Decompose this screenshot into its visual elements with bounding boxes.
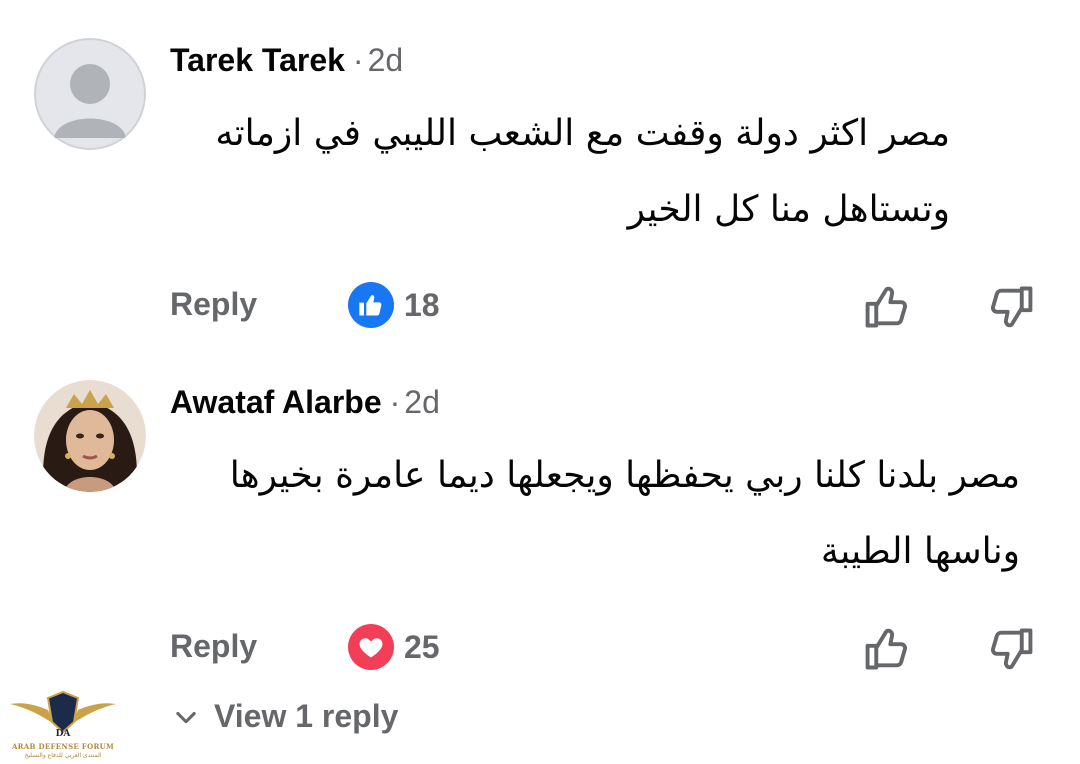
like-reaction-icon: [348, 282, 394, 328]
separator: ·: [389, 384, 401, 420]
comment-header: Tarek Tarek · 2d: [170, 42, 403, 79]
comment-text-line: مصر اكثر دولة وقفت مع الشعب الليبي في از…: [215, 113, 950, 154]
comment-text-line: وتستاهل منا كل الخير: [627, 189, 950, 230]
watermark-logo: DA ARAB DEFENSE FORUM المنتدى العربي للد…: [4, 690, 122, 764]
timestamp[interactable]: 2d: [368, 42, 404, 78]
comment-text-line: وناسها الطيبة: [820, 531, 1020, 572]
thumbs-up-icon[interactable]: [860, 280, 912, 332]
comment-text-line: مصر بلدنا كلنا ربي يحفظها ويجعلها ديما ع…: [229, 455, 1020, 496]
thumbs-down-icon[interactable]: [986, 282, 1038, 334]
author-name[interactable]: Tarek Tarek: [170, 42, 345, 78]
comment-text: مصر اكثر دولة وقفت مع الشعب الليبي في از…: [160, 96, 950, 248]
reaction-summary[interactable]: 18: [348, 282, 440, 328]
thumbs-down-icon[interactable]: [986, 624, 1038, 676]
reaction-summary[interactable]: 25: [348, 624, 440, 670]
reply-button[interactable]: Reply: [170, 286, 257, 323]
chevron-down-icon: [176, 711, 196, 723]
eagle-logo-icon: DA: [10, 690, 116, 739]
separator: ·: [352, 42, 364, 78]
watermark-title: ARAB DEFENSE FORUM: [11, 742, 115, 751]
reaction-count: 18: [404, 286, 440, 323]
reply-button[interactable]: Reply: [170, 628, 257, 665]
timestamp[interactable]: 2d: [404, 384, 440, 420]
author-name[interactable]: Awataf Alarbe: [170, 384, 382, 420]
love-reaction-icon: [348, 624, 394, 670]
thumbs-up-icon[interactable]: [860, 622, 912, 674]
avatar[interactable]: [34, 38, 146, 150]
reaction-count: 25: [404, 628, 440, 665]
default-user-icon: [34, 38, 146, 150]
comment-text: مصر بلدنا كلنا ربي يحفظها ويجعلها ديما ع…: [120, 438, 1020, 590]
view-replies-button[interactable]: View 1 reply: [172, 698, 398, 735]
view-replies-label: View 1 reply: [214, 698, 399, 734]
comment-header: Awataf Alarbe · 2d: [170, 384, 440, 421]
watermark-monogram: DA: [56, 729, 72, 739]
watermark-subtitle: المنتدى العربي للدفاع والتسليح: [24, 752, 102, 759]
